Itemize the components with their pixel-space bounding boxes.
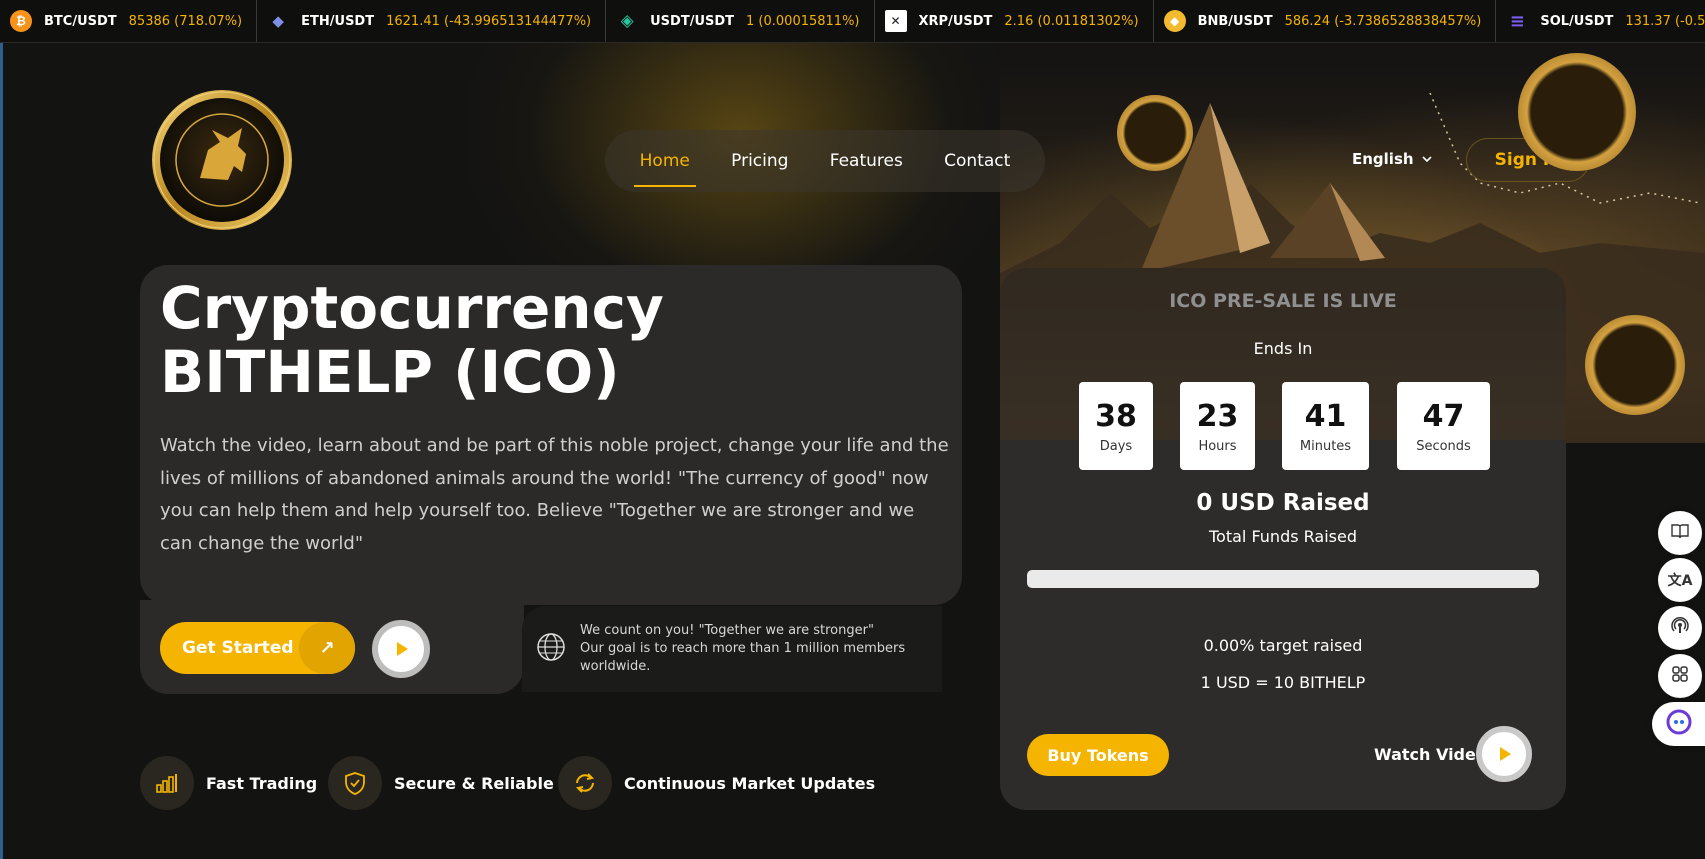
ticker-value: 2.16 (0.01181302%)	[1004, 13, 1139, 29]
ticker-pair: SOL/USDT	[1540, 13, 1614, 29]
assistant-button[interactable]	[1652, 702, 1705, 746]
watch-video-button[interactable]	[1476, 726, 1532, 782]
buy-tokens-button[interactable]: Buy Tokens	[1027, 734, 1169, 776]
play-video-button[interactable]	[372, 620, 430, 678]
countdown-label: Days	[1099, 438, 1133, 454]
watch-video-label[interactable]: Watch Video	[1374, 745, 1487, 764]
countdown-label: Hours	[1198, 438, 1237, 454]
community-text: We count on you! "Together we are strong…	[580, 622, 940, 676]
countdown-value: 41	[1304, 398, 1347, 434]
ticker-pair: BTC/USDT	[44, 13, 117, 29]
arrow-up-right-icon: ↗	[299, 622, 355, 674]
globe-icon	[536, 632, 566, 666]
countdown-minutes: 41 Minutes	[1282, 382, 1369, 470]
translate-icon: 文A	[1667, 573, 1693, 589]
ends-in-label: Ends In	[1253, 339, 1313, 358]
play-icon	[1500, 747, 1511, 761]
book-icon	[1671, 523, 1689, 543]
funding-progress-bar	[1027, 570, 1539, 588]
apps-button[interactable]	[1658, 654, 1702, 698]
funds-raised: 0 USD Raised	[1196, 490, 1370, 516]
ticker-value: 1621.41 (-43.996513144477%)	[386, 13, 592, 29]
bnb-icon: ◆	[1163, 10, 1186, 32]
feature-fast-trading: Fast Trading	[140, 756, 317, 810]
countdown-value: 23	[1196, 398, 1239, 434]
ticker-pair: ETH/USDT	[301, 13, 375, 29]
podcast-button[interactable]	[1658, 606, 1702, 650]
ticker-value: 131.37 (-0.5747	[1625, 13, 1705, 29]
nav-pricing[interactable]: Pricing	[725, 151, 794, 171]
ticker-item-xrp: ✕ XRP/USDT 2.16 (0.01181302%)	[875, 0, 1154, 42]
window-edge	[0, 43, 3, 859]
nav-features[interactable]: Features	[824, 151, 909, 171]
feature-label: Fast Trading	[206, 773, 318, 793]
coin-decoration	[1117, 95, 1193, 171]
ticker-value: 1 (0.00015811%)	[746, 13, 860, 29]
token-rate: 1 USD = 10 BITHELP	[1200, 673, 1366, 692]
reader-button[interactable]	[1658, 511, 1702, 555]
ticker-item-usdt: ◈ USDT/USDT 1 (0.00015811%)	[606, 0, 875, 42]
countdown-value: 38	[1095, 398, 1137, 434]
countdown-value: 47	[1422, 398, 1465, 434]
language-selector[interactable]: English	[1352, 150, 1432, 168]
play-icon	[397, 642, 408, 656]
feature-secure: Secure & Reliable	[328, 756, 554, 810]
countdown-label: Minutes	[1299, 438, 1352, 454]
bitcoin-icon: ₿	[10, 10, 32, 32]
feature-label: Continuous Market Updates	[624, 773, 876, 793]
chevron-down-icon	[1421, 150, 1432, 168]
get-started-label: Get Started	[182, 638, 294, 658]
podcast-icon	[1671, 616, 1689, 639]
shield-check-icon	[328, 756, 382, 810]
ticker-item-bnb: ◆ BNB/USDT 586.24 (-3.7386528838457%)	[1154, 0, 1497, 42]
ticker-pair: USDT/USDT	[650, 13, 735, 29]
ticker-value: 85386 (718.07%)	[128, 13, 243, 29]
community-note: We count on you! "Together we are strong…	[522, 606, 942, 692]
feature-market-updates: Continuous Market Updates	[558, 756, 875, 810]
hero-title: Cryptocurrency BITHELP (ICO)	[160, 274, 664, 406]
nav-home[interactable]: Home	[633, 151, 697, 187]
ticker-value: 586.24 (-3.7386528838457%)	[1284, 13, 1482, 29]
ticker-item-sol: ≡ SOL/USDT 131.37 (-0.5747	[1496, 0, 1705, 42]
ticker-pair: XRP/USDT	[918, 13, 993, 29]
price-ticker: ₿ BTC/USDT 85386 (718.07%) ◆ ETH/USDT 16…	[0, 0, 1705, 43]
countdown-days: 38 Days	[1079, 382, 1153, 470]
hero-description: Watch the video, learn about and be part…	[160, 435, 949, 554]
translate-button[interactable]: 文A	[1658, 558, 1702, 602]
grid-icon	[1671, 665, 1689, 687]
xrp-icon: ✕	[884, 10, 907, 32]
ticker-pair: BNB/USDT	[1197, 13, 1273, 29]
nav-contact[interactable]: Contact	[938, 151, 1016, 171]
total-funds-label: Total Funds Raised	[1209, 527, 1357, 546]
coin-decoration	[1585, 315, 1685, 415]
ico-status: ICO PRE-SALE IS LIVE	[1169, 290, 1397, 312]
assistant-icon	[1666, 709, 1692, 739]
bar-chart-icon	[140, 756, 194, 810]
countdown-seconds: 47 Seconds	[1397, 382, 1490, 470]
community-text-line: We count on you! "Together we are strong…	[580, 623, 874, 638]
ethereum-icon: ◆	[272, 12, 284, 30]
countdown-label: Seconds	[1416, 438, 1471, 454]
countdown-hours: 23 Hours	[1180, 382, 1255, 470]
solana-icon: ≡	[1509, 10, 1525, 32]
target-raised: 0.00% target raised	[1203, 636, 1363, 655]
get-started-button[interactable]: Get Started ↗	[160, 622, 355, 674]
tether-icon: ◈	[620, 11, 634, 31]
refresh-icon	[558, 756, 612, 810]
main-nav: Home Pricing Features Contact	[605, 130, 1045, 192]
community-text-line: Our goal is to reach more than 1 million…	[580, 641, 906, 674]
ticker-item-eth: ◆ ETH/USDT 1621.41 (-43.996513144477%)	[257, 0, 607, 42]
feature-label: Secure & Reliable	[394, 773, 554, 793]
bithelp-logo[interactable]	[150, 88, 294, 232]
language-label: English	[1352, 150, 1414, 168]
coin-decoration	[1518, 53, 1636, 171]
ticker-item-btc: ₿ BTC/USDT 85386 (718.07%)	[0, 0, 258, 42]
